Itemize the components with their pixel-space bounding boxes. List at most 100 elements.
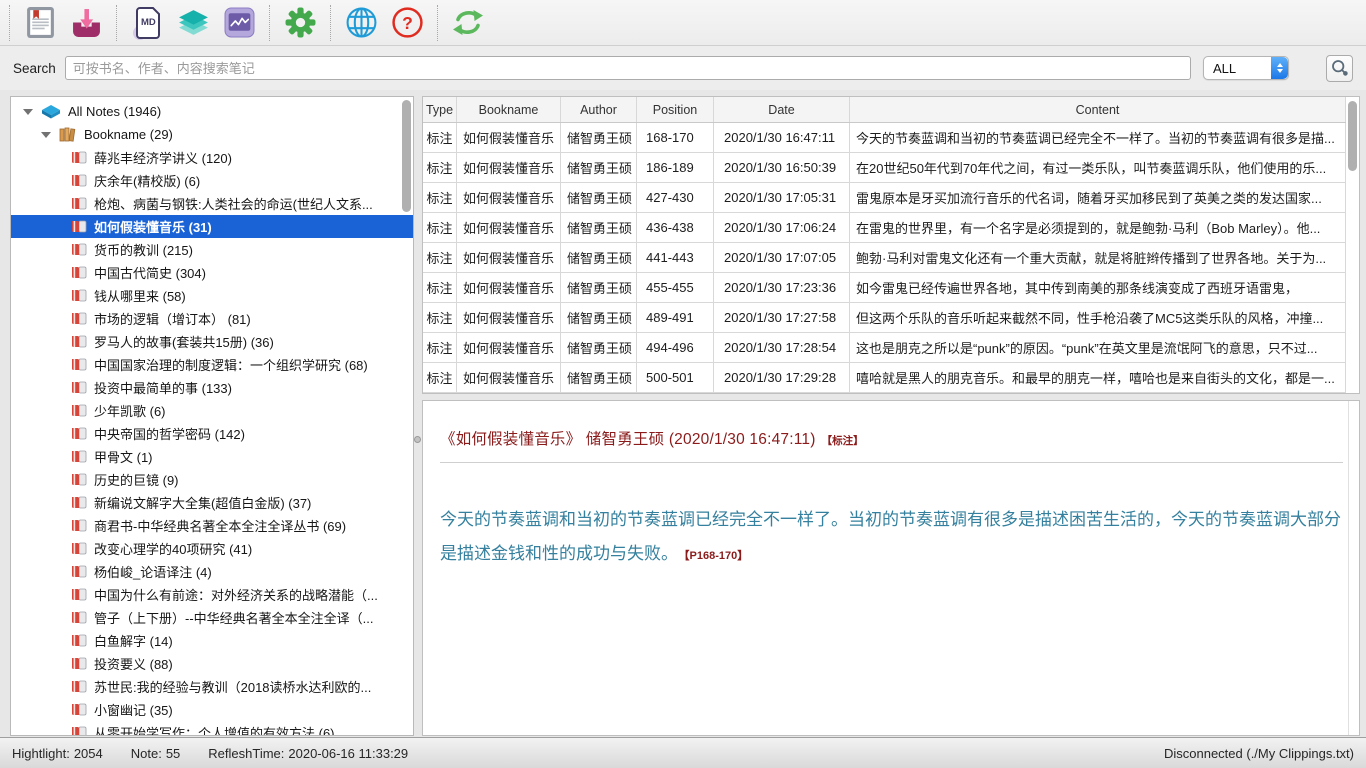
detail-scrollbar-track[interactable]	[1348, 401, 1359, 735]
cell-type: 标注	[423, 123, 457, 152]
tree-item-book[interactable]: 中国国家治理的制度逻辑：一个组织学研究 (68)	[11, 353, 413, 376]
tree-item-book[interactable]: 投资中最简单的事 (133)	[11, 376, 413, 399]
tree-item-book[interactable]: 薛兆丰经济学讲义 (120)	[11, 146, 413, 169]
tree-item-book[interactable]: 商君书-中华经典名著全本全注全译丛书 (69)	[11, 514, 413, 537]
filter-dropdown[interactable]: ALL	[1203, 56, 1289, 80]
filter-selected-value: ALL	[1204, 61, 1271, 76]
toolbar-separator	[330, 5, 331, 41]
book-icon	[71, 634, 87, 647]
tree-item-book[interactable]: 货币的教训 (215)	[11, 238, 413, 261]
statistics-button[interactable]	[219, 3, 259, 43]
search-button[interactable]	[1326, 55, 1353, 82]
search-input[interactable]	[65, 56, 1191, 80]
cell-bookname: 如何假装懂音乐	[457, 363, 561, 392]
tree-item-book[interactable]: 如何假装懂音乐 (31)	[11, 215, 413, 238]
language-button[interactable]	[341, 3, 381, 43]
dropdown-stepper-icon	[1271, 57, 1288, 79]
table-body: 标注 如何假装懂音乐 储智勇王硕 168-170 2020/1/30 16:47…	[423, 123, 1359, 393]
table-row[interactable]: 标注 如何假装懂音乐 储智勇王硕 436-438 2020/1/30 17:06…	[423, 213, 1346, 243]
settings-gear-icon	[285, 7, 316, 38]
cell-bookname: 如何假装懂音乐	[457, 333, 561, 362]
search-bar: Search ALL	[0, 46, 1366, 90]
tree-item-book[interactable]: 枪炮、病菌与钢铁:人类社会的命运(世纪人文系...	[11, 192, 413, 215]
table-row[interactable]: 标注 如何假装懂音乐 储智勇王硕 489-491 2020/1/30 17:27…	[423, 303, 1346, 333]
book-icon	[71, 680, 87, 693]
tree-item-book[interactable]: 改变心理学的40项研究 (41)	[11, 537, 413, 560]
cell-author: 储智勇王硕	[561, 363, 637, 392]
book-icon	[71, 312, 87, 325]
tree-item-book[interactable]: 管子（上下册）--中华经典名著全本全注全译（...	[11, 606, 413, 629]
cell-position: 455-455	[637, 273, 714, 302]
tree-item-book[interactable]: 中央帝国的哲学密码 (142)	[11, 422, 413, 445]
book-icon	[71, 381, 87, 394]
tree-item-label: 钱从哪里来 (58)	[94, 286, 186, 305]
table-scrollbar-thumb[interactable]	[1348, 101, 1357, 171]
book-icon	[71, 404, 87, 417]
tree-item-label: 改变心理学的40项研究 (41)	[94, 539, 252, 558]
help-button[interactable]: ?	[387, 3, 427, 43]
column-header-content[interactable]: Content	[850, 97, 1346, 122]
tree-item-bookname-group[interactable]: Bookname (29)	[11, 123, 413, 146]
tree-item-book[interactable]: 历史的巨镜 (9)	[11, 468, 413, 491]
note-text: 今天的节奏蓝调和当初的节奏蓝调已经完全不一样了。当初的节奏蓝调有很多是描述困苦生…	[440, 510, 1341, 563]
tree-item-book[interactable]: 小窗幽记 (35)	[11, 698, 413, 721]
splitter-handle[interactable]	[414, 436, 421, 443]
disclosure-triangle-icon[interactable]	[23, 109, 33, 115]
table-row[interactable]: 标注 如何假装懂音乐 储智勇王硕 500-501 2020/1/30 17:29…	[423, 363, 1346, 393]
tree-item-book[interactable]: 杨伯峻_论语译注 (4)	[11, 560, 413, 583]
tree-item-book[interactable]: 少年凯歌 (6)	[11, 399, 413, 422]
table-row[interactable]: 标注 如何假装懂音乐 储智勇王硕 186-189 2020/1/30 16:50…	[423, 153, 1346, 183]
column-header-position[interactable]: Position	[637, 97, 714, 122]
toolbar-separator	[9, 5, 10, 41]
tree-item-label: 庆余年(精校版) (6)	[94, 171, 200, 190]
tree-item-book[interactable]: 中国为什么有前途：对外经济关系的战略潜能（...	[11, 583, 413, 606]
toolbar: MD	[0, 0, 1366, 46]
column-header-date[interactable]: Date	[714, 97, 850, 122]
tree-item-book[interactable]: 钱从哪里来 (58)	[11, 284, 413, 307]
tree-item-book[interactable]: 从零开始学写作：个人增值的有效方法 (6)	[11, 721, 413, 736]
tree-item-book[interactable]: 市场的逻辑（增订本） (81)	[11, 307, 413, 330]
book-icon	[71, 266, 87, 279]
tree-item-book[interactable]: 新编说文解字大全集(超值白金版) (37)	[11, 491, 413, 514]
tree-item-book[interactable]: 罗马人的故事(套装共15册) (36)	[11, 330, 413, 353]
cell-position: 427-430	[637, 183, 714, 212]
column-header-author[interactable]: Author	[561, 97, 637, 122]
table-row[interactable]: 标注 如何假装懂音乐 储智勇王硕 494-496 2020/1/30 17:28…	[423, 333, 1346, 363]
book-icon	[71, 427, 87, 440]
cell-date: 2020/1/30 16:47:11	[714, 123, 850, 152]
cell-date: 2020/1/30 16:50:39	[714, 153, 850, 182]
tree-scrollbar-thumb[interactable]	[402, 100, 411, 212]
column-header-type[interactable]: Type	[423, 97, 457, 122]
tree-item-book[interactable]: 中国古代简史 (304)	[11, 261, 413, 284]
markdown-export-button[interactable]: MD	[127, 3, 167, 43]
clippings-document-button[interactable]	[20, 3, 60, 43]
cell-content: 鲍勃·马利对雷鬼文化还有一个重大贡献，就是将脏辫传播到了世界各地。关于为...	[850, 243, 1346, 272]
table-row[interactable]: 标注 如何假装懂音乐 储智勇王硕 441-443 2020/1/30 17:07…	[423, 243, 1346, 273]
refresh-button[interactable]	[448, 3, 488, 43]
tree-item-label: 如何假装懂音乐 (31)	[94, 217, 212, 236]
tree-item-book[interactable]: 甲骨文 (1)	[11, 445, 413, 468]
table-row[interactable]: 标注 如何假装懂音乐 储智勇王硕 427-430 2020/1/30 17:05…	[423, 183, 1346, 213]
import-button[interactable]	[66, 3, 106, 43]
tree-item-book[interactable]: 苏世民:我的经验与教训（2018读桥水达利欧的...	[11, 675, 413, 698]
all-notes-icon	[41, 104, 61, 120]
table-row[interactable]: 标注 如何假装懂音乐 储智勇王硕 455-455 2020/1/30 17:23…	[423, 273, 1346, 303]
tree-item-book[interactable]: 庆余年(精校版) (6)	[11, 169, 413, 192]
cell-content: 这也是朋克之所以是“punk”的原因。“punk”在英文里是流氓阿飞的意思，只不…	[850, 333, 1346, 362]
cell-author: 储智勇王硕	[561, 153, 637, 182]
column-header-bookname[interactable]: Bookname	[457, 97, 561, 122]
tree-item-all-notes[interactable]: All Notes (1946)	[11, 100, 413, 123]
tree-item-book[interactable]: 白鱼解字 (14)	[11, 629, 413, 652]
disclosure-triangle-icon[interactable]	[41, 132, 51, 138]
book-icon	[71, 335, 87, 348]
settings-button[interactable]	[280, 3, 320, 43]
tree-item-label: All Notes (1946)	[68, 104, 161, 119]
tree-item-label: 中国国家治理的制度逻辑：一个组织学研究 (68)	[94, 355, 368, 374]
layers-button[interactable]	[173, 3, 213, 43]
cell-content: 在雷鬼的世界里，有一个名字是必须提到的，就是鲍勃·马利（Bob Marley）。…	[850, 213, 1346, 242]
tree-item-label: 少年凯歌 (6)	[94, 401, 166, 420]
note-type-badge: 【标注】	[822, 435, 864, 447]
tree-item-book[interactable]: 投资要义 (88)	[11, 652, 413, 675]
table-row[interactable]: 标注 如何假装懂音乐 储智勇王硕 168-170 2020/1/30 16:47…	[423, 123, 1346, 153]
cell-position: 494-496	[637, 333, 714, 362]
